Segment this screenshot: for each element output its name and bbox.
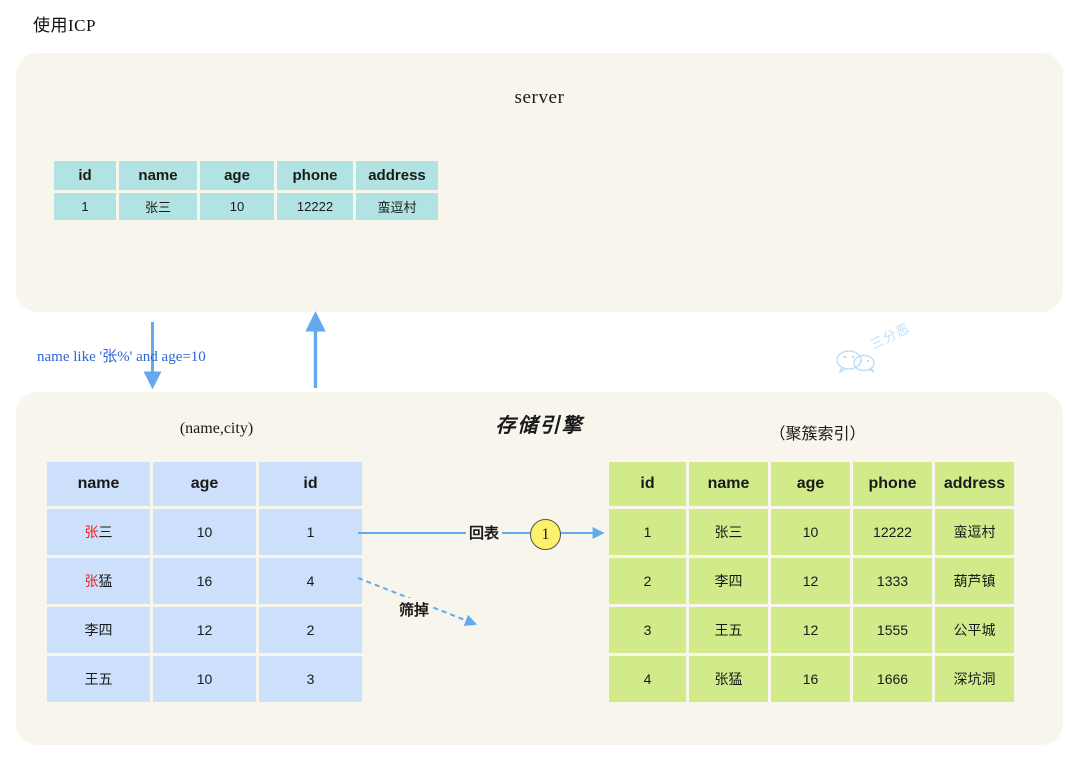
cell-age: 10 xyxy=(153,656,256,702)
cell-phone: 1555 xyxy=(853,607,932,653)
column-header-name: name xyxy=(689,462,768,506)
column-header-id: id xyxy=(609,462,686,506)
cell-address: 葫芦镇 xyxy=(935,558,1014,604)
page-title: 使用ICP xyxy=(33,16,96,35)
cell-name: 张三 xyxy=(119,193,197,220)
secondary-index-table: name age id 张三 10 1 张猛 16 4 李四 12 2 王五 1… xyxy=(44,459,365,705)
cell-name: 李四 xyxy=(689,558,768,604)
cell-name-prefix: 张 xyxy=(84,524,99,540)
cell-id: 3 xyxy=(609,607,686,653)
table-row: 2 李四 12 1333 葫芦镇 xyxy=(609,558,1014,604)
cell-address: 深坑洞 xyxy=(935,656,1014,702)
table-row: 4 张猛 16 1666 深坑洞 xyxy=(609,656,1014,702)
cell-age: 10 xyxy=(153,509,256,555)
clustered-index-table: id name age phone address 1 张三 10 12222 … xyxy=(606,459,1017,705)
back-to-table-label: 回表 xyxy=(466,521,503,544)
column-header-id: id xyxy=(259,462,362,506)
cell-address: 蛮逗村 xyxy=(935,509,1014,555)
filtered-out-label: 筛掉 xyxy=(396,598,433,621)
column-header-phone: phone xyxy=(853,462,932,506)
column-header-age: age xyxy=(200,161,274,190)
cell-name: 王五 xyxy=(47,656,150,702)
cell-phone: 1666 xyxy=(853,656,932,702)
column-header-id: id xyxy=(54,161,116,190)
cell-name-suffix: 三 xyxy=(98,524,113,540)
table-row: 张三 10 1 xyxy=(47,509,362,555)
cell-id: 4 xyxy=(609,656,686,702)
cell-age: 12 xyxy=(771,607,850,653)
cell-phone: 12222 xyxy=(853,509,932,555)
table-row: 3 王五 12 1555 公平城 xyxy=(609,607,1014,653)
table-row: 李四 12 2 xyxy=(47,607,362,653)
cell-phone: 1333 xyxy=(853,558,932,604)
cell-name: 王五 xyxy=(689,607,768,653)
table-header-row: name age id xyxy=(47,462,362,506)
clustered-table-caption: （聚簇索引） xyxy=(769,426,866,443)
server-panel: server id name age phone address 1 张三 10… xyxy=(16,53,1063,312)
cell-age: 16 xyxy=(771,656,850,702)
cell-age: 12 xyxy=(771,558,850,604)
cell-age: 16 xyxy=(153,558,256,604)
cell-age: 12 xyxy=(153,607,256,653)
column-header-name: name xyxy=(47,462,150,506)
cell-name: 李四 xyxy=(47,607,150,653)
storage-engine-panel: 存储引擎 (name,city) （聚簇索引） name age id 张三 1… xyxy=(16,392,1063,745)
table-row: 1 张三 10 12222 蛮逗村 xyxy=(54,193,438,220)
step-badge-1: 1 xyxy=(530,519,561,550)
cell-name: 张猛 xyxy=(689,656,768,702)
cell-name: 张三 xyxy=(689,509,768,555)
table-header-row: id name age phone address xyxy=(609,462,1014,506)
cell-address: 公平城 xyxy=(935,607,1014,653)
server-panel-label: server xyxy=(514,87,565,108)
table-row: 1 张三 10 12222 蛮逗村 xyxy=(609,509,1014,555)
cell-address: 蛮逗村 xyxy=(356,193,438,220)
column-header-age: age xyxy=(771,462,850,506)
cell-phone: 12222 xyxy=(277,193,353,220)
cell-id: 1 xyxy=(54,193,116,220)
table-header-row: id name age phone address xyxy=(54,161,438,190)
cell-age: 10 xyxy=(771,509,850,555)
cell-id: 1 xyxy=(259,509,362,555)
cell-id: 2 xyxy=(609,558,686,604)
index-table-caption: (name,city) xyxy=(179,420,254,437)
cell-id: 2 xyxy=(259,607,362,653)
table-row: 王五 10 3 xyxy=(47,656,362,702)
cell-name-suffix: 猛 xyxy=(98,573,113,589)
cell-name: 张猛 xyxy=(47,558,150,604)
cell-name-prefix: 张 xyxy=(84,573,99,589)
column-header-phone: phone xyxy=(277,161,353,190)
column-header-address: address xyxy=(935,462,1014,506)
cell-name: 张三 xyxy=(47,509,150,555)
server-result-table: id name age phone address 1 张三 10 12222 … xyxy=(51,158,441,223)
table-row: 张猛 16 4 xyxy=(47,558,362,604)
column-header-age: age xyxy=(153,462,256,506)
column-header-name: name xyxy=(119,161,197,190)
cell-id: 4 xyxy=(259,558,362,604)
cell-age: 10 xyxy=(200,193,274,220)
column-header-address: address xyxy=(356,161,438,190)
query-condition-label: name like '张%' and age=10 xyxy=(37,349,206,365)
cell-id: 1 xyxy=(609,509,686,555)
watermark: 三分恶 xyxy=(833,320,943,380)
cell-id: 3 xyxy=(259,656,362,702)
